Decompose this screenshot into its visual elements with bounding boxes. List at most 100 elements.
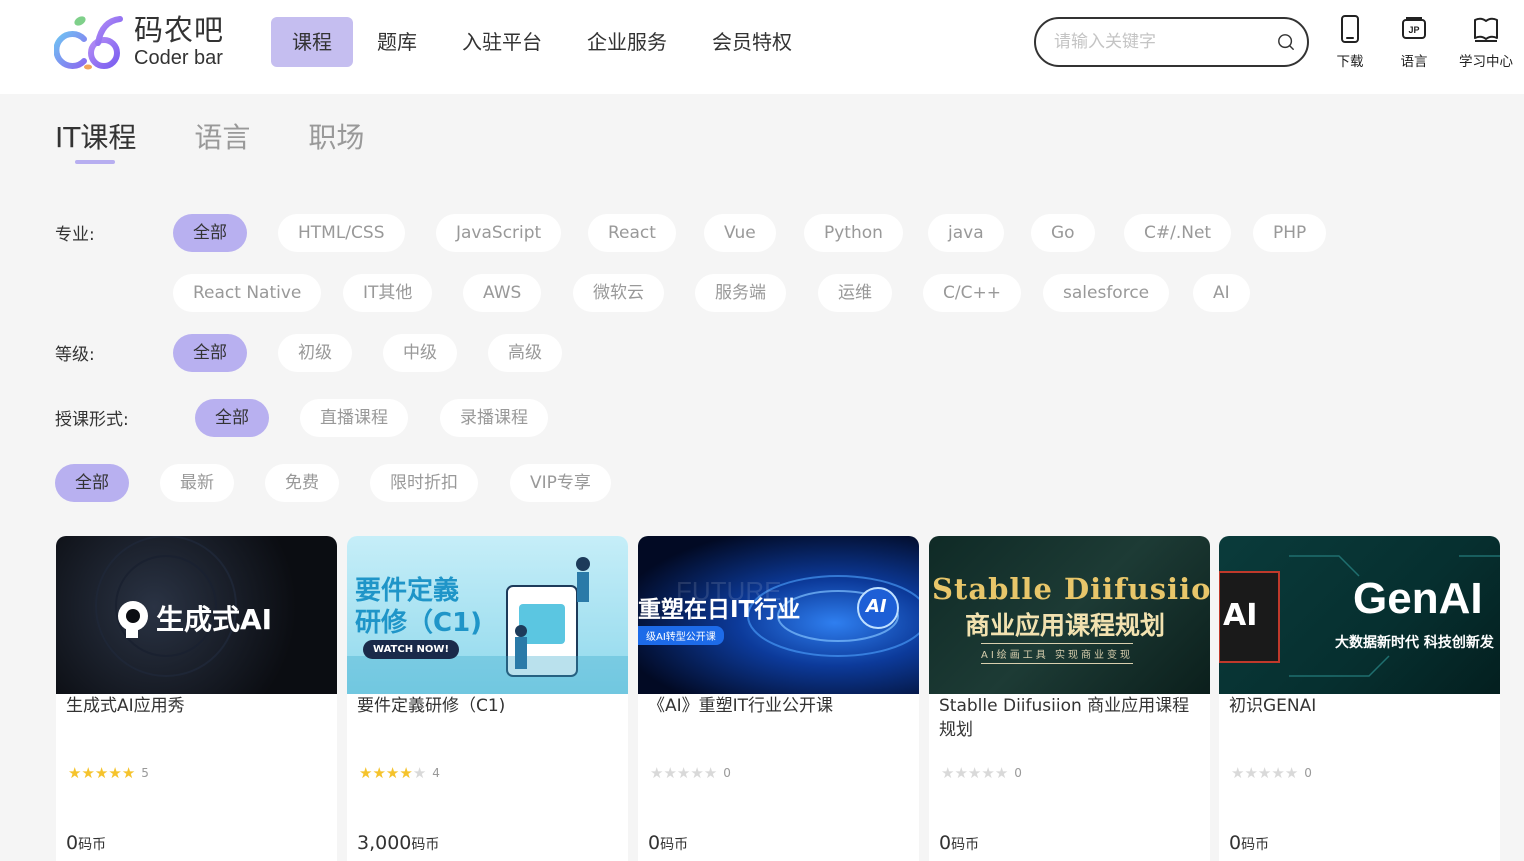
banner-ai-badge: AI — [866, 596, 887, 617]
brand-name-cn: 码农吧 — [134, 13, 225, 47]
major-option-go[interactable]: Go — [1031, 214, 1095, 252]
language-button[interactable]: JP 语言 — [1382, 14, 1446, 70]
major-option-csharp-net[interactable]: C#/.Net — [1124, 214, 1232, 252]
course-card[interactable]: Stablle Diifusiion 商业应用课程规划 AI绘画工具 实现商业变… — [929, 536, 1210, 861]
major-option-php[interactable]: PHP — [1253, 214, 1327, 252]
star-icon: ★ — [967, 764, 982, 782]
course-price: 0码币 — [66, 832, 106, 854]
course-banner: 要件定義 研修（C1) WATCH NOW! — [347, 536, 628, 694]
star-rating: ★ ★ ★ ★ ★ — [941, 765, 1008, 781]
course-card[interactable]: 要件定義 研修（C1) WATCH NOW! 要件定義研修（C1) ★ ★ ★ ★ ★ … — [347, 536, 628, 861]
format-filter-label: 授课形式: — [55, 410, 129, 430]
search-input[interactable] — [1054, 30, 1264, 54]
star-icon: ★ — [1271, 764, 1285, 782]
star-icon: ★ — [1244, 764, 1258, 782]
star-icon: ★ — [941, 764, 955, 782]
language-label: 语言 — [1400, 54, 1428, 70]
tab-workplace[interactable]: 职场 — [308, 118, 364, 164]
search-icon[interactable] — [1277, 33, 1295, 51]
major-option-ai[interactable]: AI — [1193, 274, 1250, 312]
phone-icon — [1341, 15, 1359, 43]
course-title: 初识GENAI — [1229, 696, 1317, 716]
price-currency: 码币 — [660, 837, 689, 853]
price-value: 3,000 — [357, 832, 412, 854]
star-rating: ★ ★ ★ ★ ★ — [359, 765, 426, 781]
course-card[interactable]: FUTURE AI 重塑在日IT行业 级AI转型公开课 《AI》重塑IT行业公开… — [638, 536, 919, 861]
rating-count: 0 — [1014, 766, 1022, 780]
nav-join-platform[interactable]: 入驻平台 — [441, 17, 563, 67]
rating-count: 0 — [723, 766, 731, 780]
level-option-intermediate[interactable]: 中级 — [383, 334, 457, 372]
top-header: 码农吧 Coder bar 课程 题库 入驻平台 企业服务 会员特权 下载 — [0, 0, 1524, 94]
banner-subtitle: AI绘画工具 实现商业变现 — [981, 643, 1133, 664]
star-icon: ★ — [94, 764, 109, 782]
brand-name-en: Coder bar — [134, 47, 223, 69]
level-option-advanced[interactable]: 高级 — [488, 334, 562, 372]
main-nav: 课程 题库 入驻平台 企业服务 会员特权 — [271, 17, 816, 67]
course-title: 《AI》重塑IT行业公开课 — [648, 696, 834, 716]
format-option-recorded[interactable]: 录播课程 — [440, 399, 548, 437]
star-icon: ★ — [372, 764, 386, 782]
star-icon: ★ — [954, 764, 968, 782]
major-option-react[interactable]: React — [588, 214, 676, 252]
star-icon: ★ — [68, 764, 82, 782]
download-button[interactable]: 下载 — [1318, 14, 1382, 70]
sort-option-vip[interactable]: VIP专享 — [510, 464, 611, 502]
course-price: 3,000码币 — [357, 832, 439, 854]
level-option-beginner[interactable]: 初级 — [278, 334, 352, 372]
major-option-salesforce[interactable]: salesforce — [1043, 274, 1170, 312]
brand-logo[interactable]: 码农吧 Coder bar — [53, 12, 234, 72]
star-icon: ★ — [676, 764, 691, 782]
major-option-react-native[interactable]: React Native — [173, 274, 322, 312]
major-option-c-cpp[interactable]: C/C++ — [923, 274, 1021, 312]
major-option-ops[interactable]: 运维 — [818, 274, 892, 312]
banner-ai-badge: AI — [1223, 598, 1258, 633]
major-option-vue[interactable]: Vue — [704, 214, 776, 252]
learning-center-button[interactable]: 学习中心 — [1446, 14, 1524, 70]
svg-text:JP: JP — [1408, 25, 1419, 35]
major-option-java[interactable]: java — [928, 214, 1004, 252]
sort-option-free[interactable]: 免费 — [265, 464, 339, 502]
major-option-javascript[interactable]: JavaScript — [436, 214, 562, 252]
major-option-html-css[interactable]: HTML/CSS — [278, 214, 405, 252]
nav-enterprise-services[interactable]: 企业服务 — [566, 17, 688, 67]
major-option-it-other[interactable]: IT其他 — [343, 274, 433, 312]
course-rating: ★ ★ ★ ★ ★ 4 — [359, 765, 440, 781]
star-icon: ★ — [108, 764, 122, 782]
tab-language[interactable]: 语言 — [194, 118, 250, 164]
banner-subtitle: 大数据新时代 科技创新发 — [1335, 635, 1494, 651]
level-option-all[interactable]: 全部 — [173, 334, 247, 372]
course-banner: FUTURE AI 重塑在日IT行业 级AI转型公开课 — [638, 536, 919, 694]
major-option-azure[interactable]: 微软云 — [573, 274, 664, 312]
star-icon: ★ — [359, 764, 373, 782]
course-banner: 生成式AI — [56, 536, 337, 694]
course-title: 要件定義研修（C1) — [357, 696, 506, 716]
sort-option-discount[interactable]: 限时折扣 — [370, 464, 478, 502]
course-card[interactable]: AI GenAI 大数据新时代 科技创新发 初识GENAI ★ ★ ★ ★ ★ 0 0码… — [1219, 536, 1500, 861]
category-tabs: IT课程 语言 职场 — [55, 118, 422, 164]
banner-line2: 研修（C1) — [355, 608, 483, 638]
major-option-python[interactable]: Python — [804, 214, 903, 252]
star-icon: ★ — [690, 764, 704, 782]
format-option-all[interactable]: 全部 — [195, 399, 269, 437]
banner-watch-now: WATCH NOW! — [363, 640, 460, 659]
major-filter-label: 专业: — [55, 225, 95, 245]
price-currency: 码币 — [1241, 837, 1270, 853]
rating-count: 0 — [1304, 766, 1312, 780]
sort-option-all[interactable]: 全部 — [55, 464, 129, 502]
major-option-server[interactable]: 服务端 — [695, 274, 786, 312]
star-icon: ★ — [1231, 764, 1245, 782]
course-card[interactable]: 生成式AI 生成式AI应用秀 ★ ★ ★ ★ ★ 5 0码币 — [56, 536, 337, 861]
major-option-all[interactable]: 全部 — [173, 214, 247, 252]
major-option-aws[interactable]: AWS — [463, 274, 542, 312]
rating-count: 5 — [141, 766, 149, 780]
nav-membership[interactable]: 会员特权 — [691, 17, 813, 67]
course-price: 0码币 — [1229, 832, 1269, 854]
format-option-live[interactable]: 直播课程 — [300, 399, 408, 437]
nav-question-bank[interactable]: 题库 — [356, 17, 438, 67]
sort-option-newest[interactable]: 最新 — [160, 464, 234, 502]
course-rating: ★ ★ ★ ★ ★ 0 — [1231, 765, 1312, 781]
nav-courses[interactable]: 课程 — [271, 17, 353, 67]
star-icon: ★ — [399, 764, 413, 782]
tab-it-courses[interactable]: IT课程 — [55, 118, 136, 164]
